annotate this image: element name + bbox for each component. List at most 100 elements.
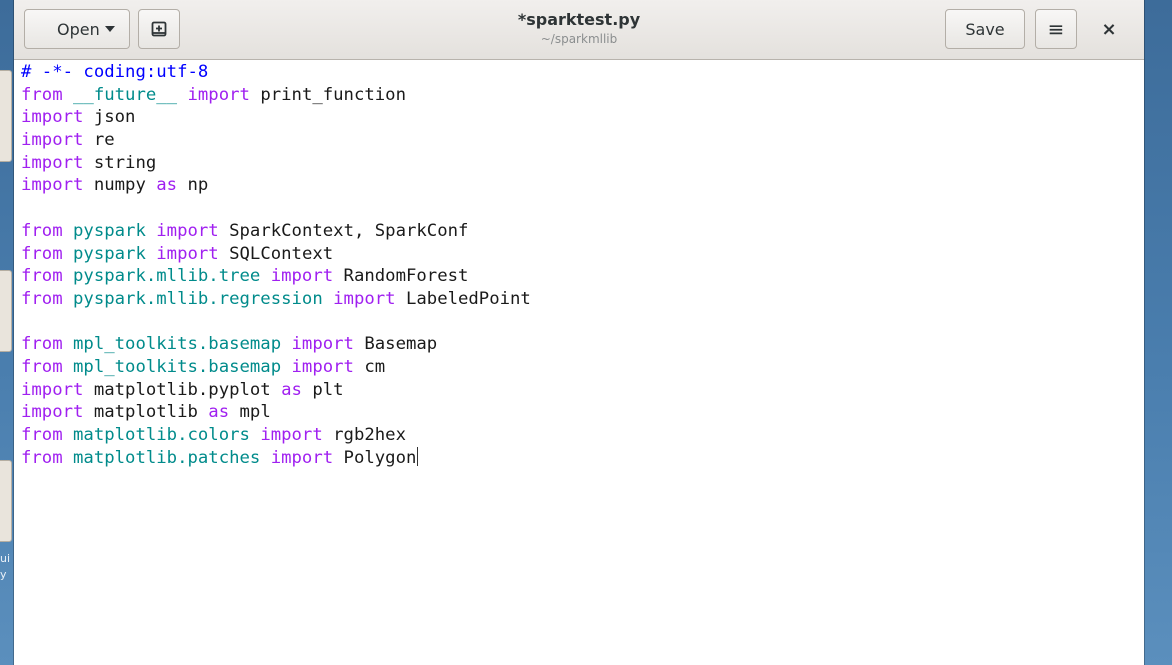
hamburger-menu-icon: ≡ [1047, 17, 1065, 41]
code-keyword: import [291, 334, 354, 355]
code-text: json [83, 107, 136, 128]
code-keyword: import [187, 84, 250, 105]
code-line: from pyspark.mllib.tree import RandomFor… [21, 265, 531, 288]
code-text: string [83, 152, 157, 173]
gedit-window: Open *sparktest.py ~/sparkmllib Save ≡ ×… [14, 0, 1144, 665]
code-module-name: __future__ [73, 84, 178, 105]
code-line: import json [21, 106, 531, 129]
code-line: import matplotlib as mpl [21, 401, 531, 424]
text-cursor [417, 446, 419, 466]
code-comment: # -*- coding:utf-8 [21, 62, 209, 82]
desktop-icon-label: ui [0, 552, 11, 565]
code-module-name: mpl_toolkits.basemap [73, 334, 282, 355]
code-line: from pyspark.mllib.regression import Lab… [21, 288, 531, 311]
code-keyword: from [21, 266, 63, 287]
code-line: from mpl_toolkits.basemap import cm [21, 356, 531, 379]
desktop-icon-partial[interactable] [0, 460, 12, 542]
code-line: from mpl_toolkits.basemap import Basemap [21, 333, 531, 356]
text-editor-area[interactable]: # -*- coding:utf-8 from __future__ import… [14, 60, 1144, 665]
code-text: SQLContext [218, 243, 334, 264]
code-content[interactable]: # -*- coding:utf-8 from __future__ import… [21, 61, 531, 469]
code-keyword: import [21, 130, 84, 151]
code-keyword: import [156, 220, 219, 241]
code-keyword: import [291, 356, 354, 377]
code-keyword: from [21, 356, 63, 377]
code-keyword: as [208, 402, 230, 423]
code-keyword: from [21, 425, 63, 445]
code-keyword: import [333, 288, 396, 309]
code-module-name: pyspark.mllib.regression [73, 288, 323, 309]
code-line: import numpy as np [21, 174, 531, 197]
code-line: from pyspark import SQLContext [21, 243, 531, 266]
close-icon: × [1101, 18, 1117, 40]
code-text: print_function [249, 84, 406, 105]
hamburger-menu-button[interactable]: ≡ [1035, 9, 1077, 49]
code-keyword: import [21, 107, 84, 128]
code-module-name: pyspark [73, 243, 146, 264]
code-line: import matplotlib.pyplot as plt [21, 379, 531, 402]
code-text: numpy [83, 175, 157, 196]
code-line: from matplotlib.patches import Polygon [21, 446, 531, 470]
code-keyword: import [270, 447, 334, 468]
desktop-icon-label: y [0, 568, 7, 581]
code-text: np [177, 175, 209, 196]
code-keyword: import [260, 425, 323, 445]
code-line: from __future__ import print_function [21, 84, 531, 107]
code-keyword: as [156, 175, 178, 196]
code-line: from matplotlib.colors import rgb2hex [21, 424, 531, 447]
code-keyword: import [156, 243, 219, 264]
desktop-icon-partial[interactable] [0, 70, 12, 162]
code-keyword: as [281, 379, 302, 400]
code-keyword: from [21, 220, 63, 241]
code-keyword: from [21, 243, 63, 264]
code-text: Polygon [333, 447, 417, 468]
code-line: # -*- coding:utf-8 [21, 61, 531, 84]
code-text: LabeledPoint [395, 288, 531, 309]
code-text: cm [353, 356, 386, 377]
code-text: SparkContext, SparkConf [218, 220, 469, 241]
code-module-name: pyspark [73, 220, 146, 241]
code-keyword: from [21, 334, 63, 355]
code-text: RandomForest [333, 266, 469, 287]
code-module-name: matplotlib.patches [73, 447, 261, 468]
desktop-icon-partial[interactable] [0, 270, 12, 352]
code-line: import string [21, 152, 531, 175]
code-text: Basemap [353, 334, 438, 355]
code-line: from pyspark import SparkContext, SparkC… [21, 220, 531, 243]
code-keyword: import [21, 402, 84, 423]
code-text: matplotlib.pyplot [83, 379, 282, 400]
code-module-name: matplotlib.colors [73, 425, 250, 445]
code-keyword: import [21, 175, 84, 196]
save-button[interactable]: Save [945, 9, 1025, 49]
header-bar: Open *sparktest.py ~/sparkmllib Save ≡ × [14, 0, 1144, 60]
code-keyword: import [21, 152, 84, 173]
code-text: matplotlib [83, 402, 209, 423]
desktop-background: ui y [0, 0, 14, 665]
code-module-name: mpl_toolkits.basemap [73, 356, 282, 377]
code-text: mpl [229, 402, 271, 423]
code-text: rgb2hex [322, 425, 406, 445]
code-keyword: import [270, 266, 334, 287]
code-text: plt [301, 379, 344, 400]
close-button[interactable]: × [1088, 9, 1130, 49]
code-module-name: pyspark.mllib.tree [73, 266, 261, 287]
